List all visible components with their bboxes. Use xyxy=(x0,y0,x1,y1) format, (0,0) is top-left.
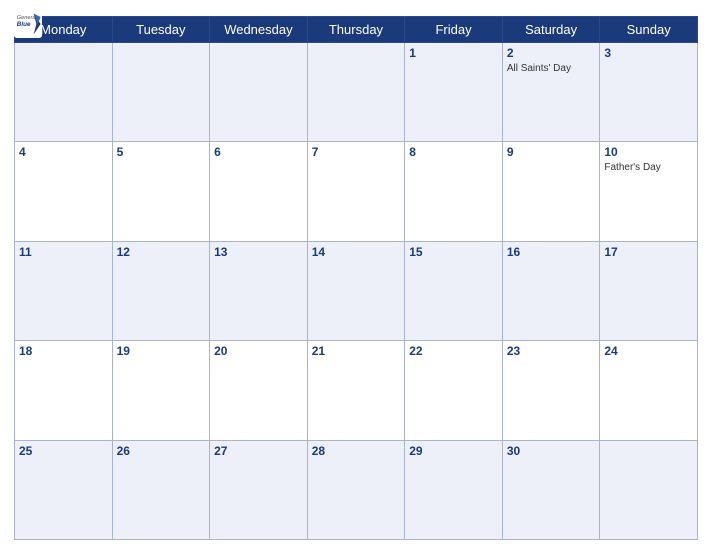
calendar-cell: 11 xyxy=(15,241,113,340)
calendar-cell: 29 xyxy=(405,440,503,539)
day-number: 29 xyxy=(409,444,498,458)
day-number: 15 xyxy=(409,245,498,259)
day-number: 22 xyxy=(409,344,498,358)
day-number: 28 xyxy=(312,444,401,458)
calendar-cell xyxy=(112,43,210,142)
day-number: 8 xyxy=(409,145,498,159)
day-number: 3 xyxy=(604,46,693,60)
calendar-cell: 19 xyxy=(112,341,210,440)
weekday-header-wednesday: Wednesday xyxy=(210,17,308,43)
calendar-week-row: 11 12 13 14 15 16 17 xyxy=(15,241,698,340)
calendar-cell: 21 xyxy=(307,341,405,440)
calendar-cell: 8 xyxy=(405,142,503,241)
day-number: 17 xyxy=(604,245,693,259)
calendar-cell: 24 xyxy=(600,341,698,440)
calendar-cell: 27 xyxy=(210,440,308,539)
calendar-cell xyxy=(210,43,308,142)
calendar-cell: 17 xyxy=(600,241,698,340)
calendar-week-row: 25 26 27 28 29 30 xyxy=(15,440,698,539)
calendar-cell: 7 xyxy=(307,142,405,241)
calendar-cell xyxy=(600,440,698,539)
calendar-cell: 14 xyxy=(307,241,405,340)
day-number: 24 xyxy=(604,344,693,358)
calendar-cell: 1 xyxy=(405,43,503,142)
day-number: 7 xyxy=(312,145,401,159)
day-number: 18 xyxy=(19,344,108,358)
weekday-header-saturday: Saturday xyxy=(502,17,600,43)
weekday-header-thursday: Thursday xyxy=(307,17,405,43)
calendar-cell: 4 xyxy=(15,142,113,241)
day-number: 27 xyxy=(214,444,303,458)
svg-text:Blue: Blue xyxy=(17,21,31,28)
calendar-cell: 5 xyxy=(112,142,210,241)
calendar-cell: 6 xyxy=(210,142,308,241)
calendar-cell xyxy=(307,43,405,142)
calendar-cell: 20 xyxy=(210,341,308,440)
calendar-week-row: 456789 10 Father's Day xyxy=(15,142,698,241)
calendar-cell: 16 xyxy=(502,241,600,340)
day-number: 9 xyxy=(507,145,596,159)
day-number: 14 xyxy=(312,245,401,259)
calendar-cell: 9 xyxy=(502,142,600,241)
calendar-cell: 10 Father's Day xyxy=(600,142,698,241)
calendar-cell: 28 xyxy=(307,440,405,539)
day-number: 2 xyxy=(507,46,596,60)
day-number: 16 xyxy=(507,245,596,259)
calendar-cell: 15 xyxy=(405,241,503,340)
calendar-cell: 18 xyxy=(15,341,113,440)
calendar-week-row: 12 All Saints' Day 3 xyxy=(15,43,698,142)
day-number: 19 xyxy=(117,344,206,358)
weekday-header-friday: Friday xyxy=(405,17,503,43)
calendar-cell: 25 xyxy=(15,440,113,539)
day-number: 25 xyxy=(19,444,108,458)
calendar-table: MondayTuesdayWednesdayThursdayFridaySatu… xyxy=(14,16,698,540)
day-number: 13 xyxy=(214,245,303,259)
day-number: 4 xyxy=(19,145,108,159)
day-number: 1 xyxy=(409,46,498,60)
calendar-cell xyxy=(15,43,113,142)
logo-icon: General Blue xyxy=(14,10,42,38)
calendar-cell: 2 All Saints' Day xyxy=(502,43,600,142)
day-number: 20 xyxy=(214,344,303,358)
calendar-week-row: 18 19 20 21 22 23 24 xyxy=(15,341,698,440)
day-number: 26 xyxy=(117,444,206,458)
calendar-cell: 23 xyxy=(502,341,600,440)
calendar-cell: 26 xyxy=(112,440,210,539)
day-number: 11 xyxy=(19,245,108,259)
calendar-cell: 12 xyxy=(112,241,210,340)
weekday-header-sunday: Sunday xyxy=(600,17,698,43)
day-number: 6 xyxy=(214,145,303,159)
day-number: 12 xyxy=(117,245,206,259)
day-number: 23 xyxy=(507,344,596,358)
event-label: Father's Day xyxy=(604,161,693,174)
weekday-header-tuesday: Tuesday xyxy=(112,17,210,43)
day-number: 10 xyxy=(604,145,693,159)
event-label: All Saints' Day xyxy=(507,62,596,75)
calendar-cell: 13 xyxy=(210,241,308,340)
day-number: 21 xyxy=(312,344,401,358)
day-number: 30 xyxy=(507,444,596,458)
day-number: 5 xyxy=(117,145,206,159)
weekday-header-row: MondayTuesdayWednesdayThursdayFridaySatu… xyxy=(15,17,698,43)
calendar-cell: 22 xyxy=(405,341,503,440)
calendar-cell: 3 xyxy=(600,43,698,142)
logo: General Blue xyxy=(14,10,42,38)
calendar-wrapper: General Blue MondayTuesdayWednesdayThurs… xyxy=(0,0,712,550)
calendar-cell: 30 xyxy=(502,440,600,539)
